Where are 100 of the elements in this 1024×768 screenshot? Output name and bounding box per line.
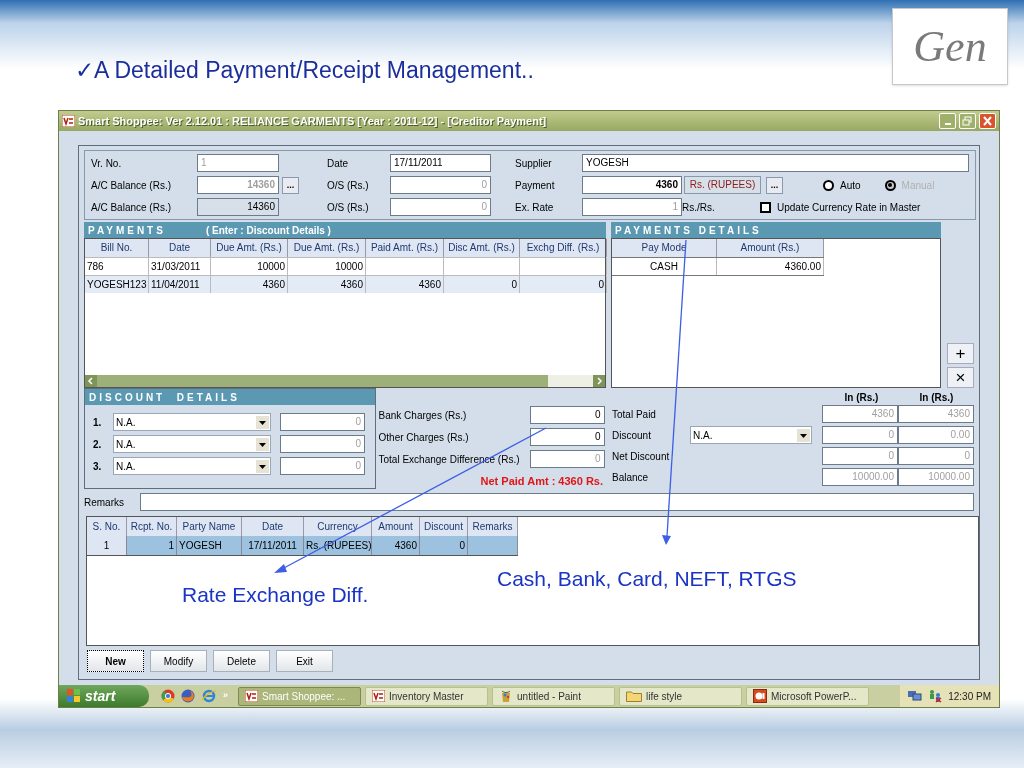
restore-icon [960,114,975,128]
table-cell: 4360.00 [717,258,824,275]
field-label: Ex. Rate [515,200,555,215]
radio-button[interactable]: Auto [823,177,861,193]
field-label: O/S (Rs.) [327,178,370,193]
dropdown[interactable]: N.A. [113,413,271,431]
text-field[interactable]: 14360 [197,198,279,216]
section-title: PAYMENTS [88,223,166,238]
column-header: Amount (Rs.) [717,239,824,257]
section-title: PAYMENTS DETAILS [615,223,762,238]
text-field[interactable]: 4360 [582,176,682,194]
add-row-button[interactable]: + [947,343,974,364]
field-label: Balance [612,470,650,485]
horizontal-scrollbar[interactable] [85,375,605,387]
taskbar-item[interactable]: untitled - Paint [492,686,615,706]
taskbar-item[interactable]: Inventory Master [365,686,488,706]
action-button[interactable]: Delete [213,650,270,672]
close-icon [980,114,995,128]
browse-button[interactable]: ... [766,176,783,194]
logo: Gen [892,8,1008,85]
net-paid-amount: Net Paid Amt : 4360 Rs. [479,474,604,489]
field-label: Supplier [515,156,553,171]
table-cell: 0 [420,536,468,555]
minimize-icon [944,123,951,125]
slide-title: ✓A Detailed Payment/Receipt Management.. [75,56,534,85]
dropdown[interactable]: N.A. [113,435,271,453]
field-label: A/C Balance (Rs.) [90,200,173,215]
annotation-text: Cash, Bank, Card, NEFT, RTGS [497,566,797,592]
folder-icon [626,690,642,702]
close-button[interactable] [979,113,996,129]
app-icon [62,115,75,127]
table-row[interactable]: YOGESH123 11/04/2011 4360 4360 4360 0 0 [85,275,605,293]
column-header: In (Rs.) [843,391,880,405]
table-cell: 4360 [211,276,288,293]
browser-icon[interactable] [161,689,175,703]
table-cell: 1 [127,536,177,555]
app-icon [245,690,258,702]
currency-field: Rs. (RUPEES) [684,176,761,194]
network-icon [908,690,923,702]
dropdown[interactable]: N.A. [113,457,271,475]
clock: 12:30 PM [948,689,991,704]
table-cell: YOGESH123 [85,276,149,293]
dropdown[interactable]: N.A. [690,426,812,444]
paint-bucket-icon [499,689,513,703]
table-cell: CASH [612,258,717,275]
text-field[interactable]: 0 [529,428,605,446]
windows-logo-icon [67,689,81,703]
field-label: Other Charges (Rs.) [378,430,470,445]
restore-button[interactable] [959,113,976,129]
action-button[interactable]: Modify [150,650,207,672]
table-cell: Rs. (RUPEES) [304,536,372,555]
people-icon [928,689,943,703]
field-label: Payment [515,178,556,193]
field-label: 2. [93,437,103,452]
table-cell: 0 [520,276,607,293]
table-cell: 1 [87,536,127,555]
app-icon [372,690,385,702]
remarks-field[interactable] [140,493,974,511]
annotation-text: Rate Exchange Diff. [182,582,369,608]
section-title: DISCOUNT DETAILS [89,390,240,405]
taskbar-item[interactable]: Microsoft PowerP... [746,686,869,706]
table-cell: 4360 [288,276,366,293]
minimize-button[interactable] [939,113,956,129]
table-cell: 4360 [366,276,444,293]
field-label: O/S (Rs.) [327,200,370,215]
field-label: A/C Balance (Rs.) [90,178,173,193]
taskbar-item[interactable]: life style [619,686,742,706]
browser-icon[interactable] [201,689,217,703]
browse-button[interactable]: ... [282,176,299,194]
field-label: Vr. No. [90,156,123,171]
action-button[interactable]: Exit [276,650,333,672]
field-label: Remarks [84,495,125,510]
text-field[interactable]: 17/11/2011 [390,154,491,172]
table-cell: 11/04/2011 [149,276,211,293]
table-cell: YOGESH [177,536,242,555]
field-label: Bank Charges (Rs.) [378,408,468,423]
field-label: Rs./Rs. [682,200,716,215]
section-hint: ( Enter : Discount Details ) [205,223,331,238]
checkbox[interactable] [760,201,771,213]
field-label: Update Currency Rate in Master [777,200,921,215]
start-button[interactable]: start [59,685,149,707]
presentation-icon [753,689,767,703]
table-cell: 0 [444,276,520,293]
text-field[interactable]: 0 [529,406,605,424]
text-field[interactable]: YOGESH [582,154,969,172]
remove-row-button[interactable]: × [947,367,974,388]
scrollbar-thumb[interactable] [548,375,593,387]
field-label: Total Paid [612,407,657,422]
window-title: Smart Shoppee: Ver 2.12.01 : RELIANCE GARMENTS [Year : 2011-12] - [Creditor Payment] [78,113,548,129]
table-cell: 4360 [372,536,420,555]
action-button[interactable]: New [87,650,144,672]
table-row[interactable]: 786 31/03/2011 10000 10000 [85,257,605,275]
field-label: Net Discount [612,449,671,464]
browser-icon[interactable] [181,689,195,703]
field-label: Date [327,156,350,171]
table-row[interactable]: 1 1 YOGESH 17/11/2011 Rs. (RUPEES) 4360 0 [87,536,518,556]
column-header: Pay Mode [612,239,717,257]
field-label: 3. [93,459,103,474]
field-label: Discount [612,428,652,443]
field-label: 1. [93,415,103,430]
